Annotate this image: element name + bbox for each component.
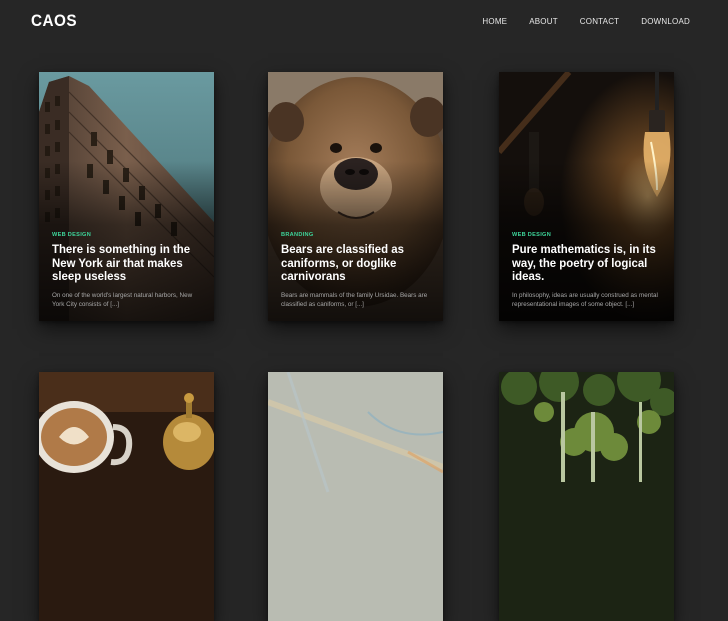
post-title[interactable]: There is something in the New York air t… [52,242,204,284]
post-excerpt: Bears are mammals of the family Ursidae.… [281,291,428,309]
post-card[interactable] [499,372,674,621]
paper-map-photo [268,372,443,621]
nav-home[interactable]: HOME [482,17,507,26]
post-card[interactable] [39,372,214,621]
forest-trees-photo [499,372,674,621]
post-category[interactable]: BRANDING [281,232,433,238]
post-excerpt: On one of the world's largest natural ha… [52,291,193,309]
nav-download[interactable]: DOWNLOAD [641,17,690,26]
post-card[interactable]: WEB DESIGN Pure mathematics is, in its w… [499,72,674,321]
latte-coffee-photo [39,372,214,621]
post-card[interactable]: BRANDING Bears are classified as canifor… [268,72,443,321]
post-title[interactable]: Pure mathematics is, in its way, the poe… [512,242,664,284]
nav-about[interactable]: ABOUT [529,17,558,26]
main-nav: HOME ABOUT CONTACT DOWNLOAD [482,17,690,26]
post-card[interactable] [268,372,443,621]
post-category[interactable]: WEB DESIGN [512,232,664,238]
site-logo[interactable]: CAOS [31,11,77,31]
post-category[interactable]: WEB DESIGN [52,232,204,238]
site-header: CAOS HOME ABOUT CONTACT DOWNLOAD [0,0,728,44]
post-excerpt: In philosophy, ideas are usually constru… [512,291,658,309]
post-card[interactable]: WEB DESIGN There is something in the New… [39,72,214,321]
nav-contact[interactable]: CONTACT [580,17,619,26]
post-title[interactable]: Bears are classified as caniforms, or do… [281,242,433,284]
